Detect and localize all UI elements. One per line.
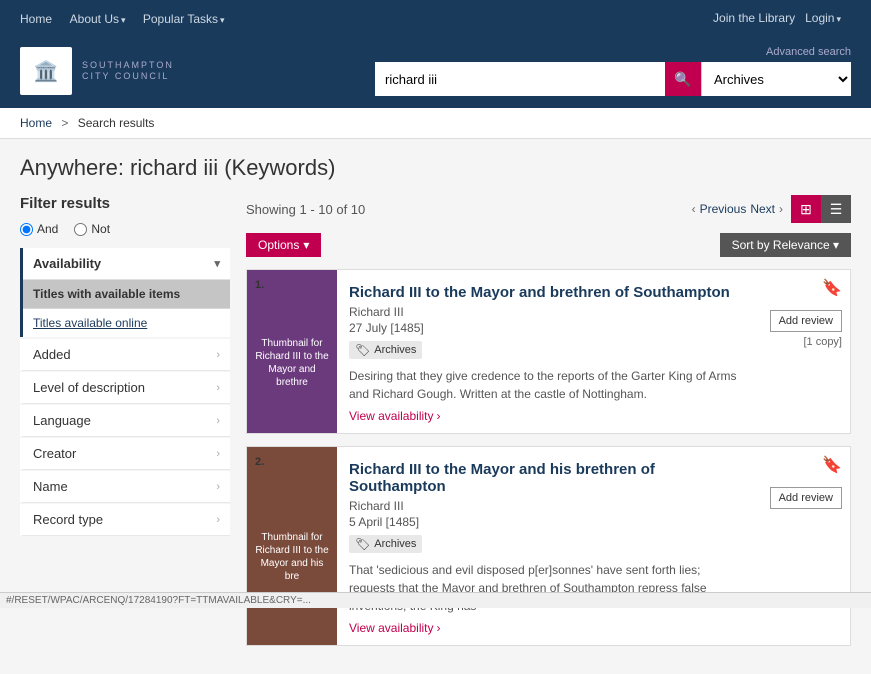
prev-arrow: ‹ xyxy=(692,202,696,216)
card-num-2: 2. xyxy=(255,455,264,469)
next-link[interactable]: Next xyxy=(750,202,775,216)
logo-icon: 🏛️ xyxy=(20,47,72,95)
view-toggle: ⊞ ☰ xyxy=(791,195,851,223)
category-select[interactable]: Archives All Books Music xyxy=(701,62,851,96)
status-bar: #/RESET/WPAC/ARCENQ/17284190?FT=TTMAVAIL… xyxy=(0,592,871,608)
view-availability-link-2[interactable]: View availability › xyxy=(349,621,738,635)
breadcrumb-current: Search results xyxy=(78,116,155,130)
search-bar-area: Advanced search 🔍 Archives All Books Mus… xyxy=(375,46,851,96)
filter-record-type[interactable]: Record type › xyxy=(20,504,230,536)
result-card-2: 2. Thumbnail for Richard III to the Mayo… xyxy=(246,446,851,646)
logo-text: SOUTHAMPTON CITY COUNCIL xyxy=(82,60,174,82)
add-review-button-1[interactable]: Add review xyxy=(770,310,842,332)
results-info: Showing 1 - 10 of 10 xyxy=(246,202,365,217)
breadcrumb: Home > Search results xyxy=(0,108,871,139)
advanced-search-link[interactable]: Advanced search xyxy=(766,46,851,58)
name-chevron: › xyxy=(216,481,220,493)
thumbnail-text-2: Thumbnail for Richard III to the Mayor a… xyxy=(255,531,329,583)
filter-creator[interactable]: Creator › xyxy=(20,438,230,470)
results-toolbar: Showing 1 - 10 of 10 ‹ Previous Next › ⊞… xyxy=(246,195,851,223)
filter-group-availability: Availability ▾ Titles with available ite… xyxy=(20,248,230,337)
logo-area: 🏛️ SOUTHAMPTON CITY COUNCIL xyxy=(20,47,174,95)
search-row: 🔍 Archives All Books Music xyxy=(375,62,851,96)
nav-popular-tasks[interactable]: Popular Tasks▾ xyxy=(143,12,225,26)
page-title: Anywhere: richard iii (Keywords) xyxy=(20,155,851,181)
level-chevron: › xyxy=(216,382,220,394)
search-icon: 🔍 xyxy=(674,71,691,88)
availability-item-available[interactable]: Titles with available items xyxy=(23,280,230,309)
card-title-2[interactable]: Richard III to the Mayor and his brethre… xyxy=(349,461,738,495)
add-review-button-2[interactable]: Add review xyxy=(770,487,842,509)
card-tag-2: 🏷 Archives xyxy=(349,535,422,553)
added-chevron: › xyxy=(216,349,220,361)
pagination: ‹ Previous Next › xyxy=(692,202,783,216)
tag-icon-2: 🏷 xyxy=(355,537,370,551)
bookmark-icon-2[interactable]: 🔖 xyxy=(822,455,842,475)
toolbar-right: ‹ Previous Next › ⊞ ☰ xyxy=(692,195,851,223)
prev-link[interactable]: Previous xyxy=(700,202,747,216)
availability-chevron: ▾ xyxy=(214,257,220,270)
next-arrow: › xyxy=(779,202,783,216)
and-radio[interactable] xyxy=(20,223,33,236)
filter-level[interactable]: Level of description › xyxy=(20,372,230,404)
nav-home[interactable]: Home xyxy=(20,12,52,26)
filter-language[interactable]: Language › xyxy=(20,405,230,437)
view-availability-link-1[interactable]: View availability › xyxy=(349,409,738,423)
options-button[interactable]: Options ▾ xyxy=(246,233,321,257)
card-num-1: 1. xyxy=(255,278,264,292)
grid-view-button[interactable]: ⊞ xyxy=(791,195,821,223)
top-nav-left: Home About Us▾ Popular Tasks▾ xyxy=(20,11,239,26)
header: 🏛️ SOUTHAMPTON CITY COUNCIL Advanced sea… xyxy=(0,36,871,108)
card-date-2: 5 April [1485] xyxy=(349,515,738,529)
card-actions-1: 🔖 Add review [1 copy] xyxy=(750,270,850,433)
filter-heading: Filter results xyxy=(20,195,230,212)
card-description-1: Desiring that they give credence to the … xyxy=(349,367,738,403)
card-body-2: Richard III to the Mayor and his brethre… xyxy=(337,447,750,645)
thumbnail-text-1: Thumbnail for Richard III to the Mayor a… xyxy=(255,337,329,389)
copy-count-1: [1 copy] xyxy=(803,336,842,348)
card-title-1[interactable]: Richard III to the Mayor and brethren of… xyxy=(349,284,738,301)
breadcrumb-separator: > xyxy=(61,116,68,130)
and-radio-label[interactable]: And xyxy=(20,222,58,236)
record-type-chevron: › xyxy=(216,514,220,526)
and-not-row: And Not xyxy=(20,222,230,236)
top-nav: Home About Us▾ Popular Tasks▾ Join the L… xyxy=(0,0,871,36)
not-radio[interactable] xyxy=(74,223,87,236)
sidebar: Filter results And Not Availability ▾ Ti… xyxy=(20,195,230,658)
results-area: Showing 1 - 10 of 10 ‹ Previous Next › ⊞… xyxy=(246,195,851,658)
filter-name[interactable]: Name › xyxy=(20,471,230,503)
card-body-1: Richard III to the Mayor and brethren of… xyxy=(337,270,750,433)
sort-button[interactable]: Sort by Relevance ▾ xyxy=(720,233,851,257)
search-input[interactable] xyxy=(375,62,665,96)
nav-login[interactable]: Login▾ xyxy=(805,11,841,25)
card-thumbnail-1: 1. Thumbnail for Richard III to the Mayo… xyxy=(247,270,337,433)
search-button[interactable]: 🔍 xyxy=(665,62,701,96)
top-nav-right: Join the Library Login▾ xyxy=(713,11,851,25)
availability-group-header[interactable]: Availability ▾ xyxy=(23,248,230,280)
card-author-2: Richard III xyxy=(349,499,738,513)
result-card: 1. Thumbnail for Richard III to the Mayo… xyxy=(246,269,851,434)
card-author-1: Richard III xyxy=(349,305,738,319)
tag-icon-1: 🏷 xyxy=(355,343,370,357)
card-thumbnail-2: 2. Thumbnail for Richard III to the Mayo… xyxy=(247,447,337,645)
filter-added[interactable]: Added › xyxy=(20,339,230,371)
not-radio-label[interactable]: Not xyxy=(74,222,110,236)
content-row: Filter results And Not Availability ▾ Ti… xyxy=(20,195,851,658)
card-tag-1: 🏷 Archives xyxy=(349,341,422,359)
availability-item-online[interactable]: Titles available online xyxy=(23,309,230,337)
language-chevron: › xyxy=(216,415,220,427)
options-sort-row: Options ▾ Sort by Relevance ▾ xyxy=(246,233,851,257)
nav-join-library[interactable]: Join the Library xyxy=(713,11,795,25)
bookmark-icon-1[interactable]: 🔖 xyxy=(822,278,842,298)
card-actions-2: 🔖 Add review xyxy=(750,447,850,645)
status-url: #/RESET/WPAC/ARCENQ/17284190?FT=TTMAVAIL… xyxy=(6,595,311,606)
card-date-1: 27 July [1485] xyxy=(349,321,738,335)
breadcrumb-home[interactable]: Home xyxy=(20,116,52,130)
creator-chevron: › xyxy=(216,448,220,460)
nav-about[interactable]: About Us▾ xyxy=(70,12,129,26)
list-view-button[interactable]: ☰ xyxy=(821,195,851,223)
